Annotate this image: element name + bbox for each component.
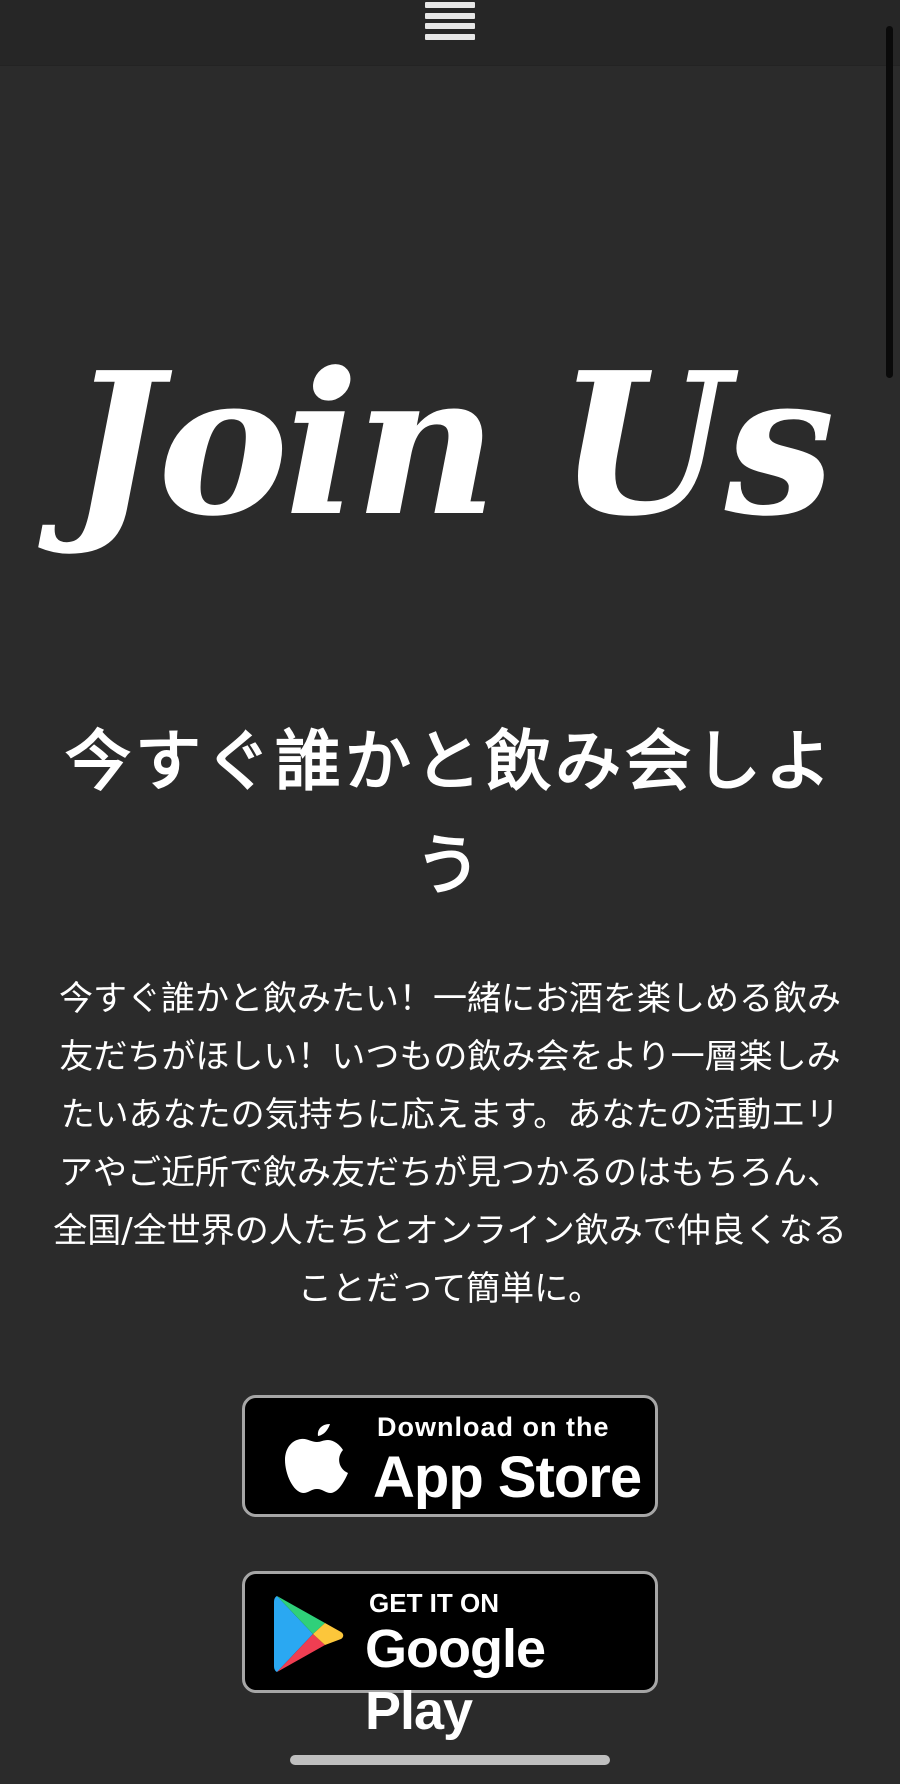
home-indicator[interactable]: [290, 1755, 610, 1765]
google-play-label: Google Play: [365, 1619, 546, 1741]
google-play-logo-icon: [274, 1596, 344, 1672]
apple-logo-icon: [285, 1424, 348, 1493]
menu-line: [425, 33, 475, 40]
app-store-caption: Download on the: [377, 1412, 610, 1442]
hero-title: Join Us: [69, 330, 835, 560]
menu-line: [425, 2, 475, 8]
google-play-caption: GET IT ON: [369, 1588, 499, 1618]
menu-line: [425, 12, 475, 19]
menu-line: [425, 23, 475, 30]
app-store-label: App Store: [373, 1445, 642, 1510]
description-text: 今すぐ誰かと飲みたい！一緒にお酒を楽しめる飲み友だちがほしい！いつもの飲み会をよ…: [53, 979, 847, 1309]
app-store-button[interactable]: Download on the App Store: [242, 1395, 658, 1517]
hamburger-menu-icon[interactable]: [425, 2, 475, 40]
google-play-button[interactable]: GET IT ON Google Play: [242, 1571, 658, 1741]
page-headline: 今すぐ誰かと飲み会しよう: [65, 723, 835, 904]
top-bar: [0, 0, 900, 66]
